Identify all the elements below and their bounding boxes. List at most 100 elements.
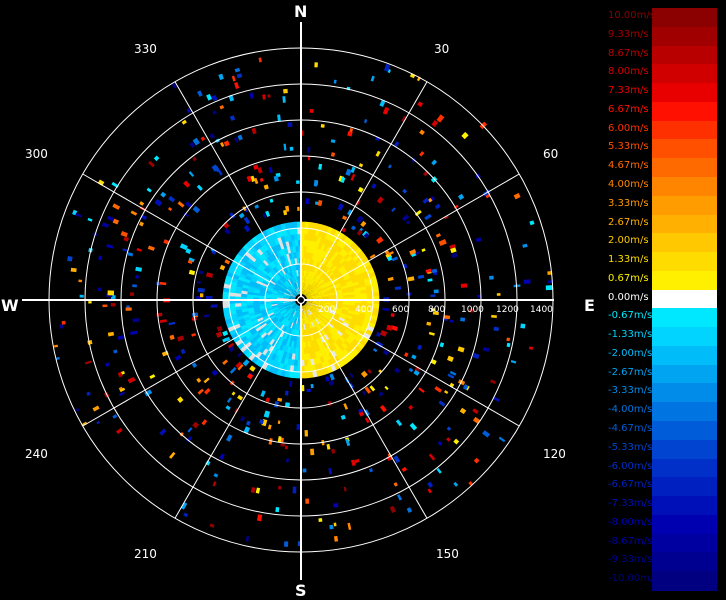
echo-cell — [376, 196, 384, 204]
echo-cell — [350, 166, 356, 174]
echo-cell — [305, 498, 310, 504]
echo-cell — [61, 320, 66, 325]
echo-cell — [375, 150, 381, 157]
echo-cell — [419, 129, 425, 136]
scale-label: -7.33m/s — [608, 498, 653, 510]
echo-cell — [436, 467, 442, 474]
echo-cell — [358, 163, 364, 168]
echo-cell — [259, 177, 264, 182]
echo-cell — [242, 359, 250, 367]
echo-cell — [107, 290, 115, 296]
echo-cell — [87, 217, 93, 222]
echo-cell — [197, 388, 204, 395]
echo-cell — [426, 321, 432, 326]
bearing-210-label: 210 — [134, 547, 157, 561]
echo-cell — [343, 403, 349, 410]
scale-label: -6.67m/s — [608, 479, 653, 491]
echo-cell — [139, 201, 145, 206]
bearing-line — [82, 173, 271, 283]
echo-cell — [289, 146, 294, 151]
echo-cell — [75, 407, 80, 412]
echo-cell — [380, 330, 388, 337]
echo-cell — [428, 453, 436, 461]
echo-cell — [378, 391, 384, 397]
echo-cell — [179, 243, 188, 251]
echo-cell — [139, 221, 144, 227]
echo-cell — [428, 331, 435, 336]
echo-cell — [210, 304, 218, 308]
echo-cell — [363, 118, 368, 124]
echo-cell — [201, 419, 208, 426]
echo-cell — [349, 372, 355, 379]
echo-cell — [75, 212, 82, 218]
echo-cell — [183, 180, 191, 188]
echo-cell — [376, 236, 384, 244]
echo-cell — [394, 367, 401, 374]
echo-cell — [267, 94, 271, 98]
scale-label: -2.67m/s — [608, 366, 653, 378]
echo-cell — [159, 281, 167, 286]
echo-cell — [320, 124, 325, 128]
echo-cell — [310, 448, 315, 456]
scale-swatch — [652, 308, 717, 328]
echo-cell — [422, 197, 429, 204]
echo-cell — [212, 481, 217, 487]
echo-cell — [255, 487, 261, 494]
echo-cell — [438, 400, 446, 407]
scale-swatch — [652, 64, 717, 84]
scale-label: -3.33m/s — [608, 385, 653, 397]
echo-cell — [475, 237, 482, 243]
echo-cell — [417, 344, 422, 351]
echo-cell — [370, 75, 375, 82]
range-1200-label: 1200 — [496, 305, 519, 315]
echo-cell — [159, 428, 167, 436]
echo-cell — [283, 541, 289, 547]
echo-cell — [239, 416, 246, 422]
bearing-150-label: 150 — [436, 547, 459, 561]
bearing-line — [318, 81, 428, 270]
scale-label: -1.33m/s — [608, 329, 653, 341]
echo-cell — [309, 108, 314, 113]
echo-cell — [326, 443, 331, 450]
echo-cell — [341, 215, 348, 221]
echo-cell — [283, 143, 287, 151]
echo-cell — [249, 365, 256, 372]
scale-swatch — [652, 45, 717, 65]
echo-cell — [238, 212, 245, 219]
echo-cell — [169, 451, 176, 459]
echo-cell — [130, 330, 138, 336]
echo-cell — [126, 305, 130, 308]
echo-cell — [122, 248, 128, 252]
echo-cell — [446, 426, 452, 431]
echo-cell — [206, 93, 213, 101]
echo-cell — [123, 236, 130, 242]
echo-cell — [411, 354, 417, 360]
echo-cell — [350, 173, 356, 181]
echo-cell — [204, 388, 211, 395]
echo-cell — [196, 184, 203, 191]
bearing-30-label: 30 — [434, 42, 450, 56]
echo-cell — [395, 419, 403, 427]
echo-cell — [251, 127, 257, 135]
scale-swatch — [652, 458, 717, 478]
echo-cell — [101, 222, 110, 228]
scale-label: 2.67m/s — [608, 216, 649, 228]
echo-cell — [329, 373, 335, 381]
echo-cell — [168, 195, 176, 203]
echo-cell — [213, 473, 219, 478]
scale-swatch — [652, 383, 717, 403]
echo-cell — [125, 307, 132, 311]
echo-cell — [406, 507, 413, 513]
echo-cell — [127, 376, 136, 384]
echo-cell — [369, 385, 376, 392]
echo-cell — [267, 424, 272, 430]
range-600-label: 600 — [392, 305, 410, 315]
echo-cell — [149, 374, 156, 380]
echo-cell — [263, 184, 269, 190]
echo-cell — [237, 352, 242, 358]
echo-cell — [187, 427, 193, 433]
scale-label: -0.67m/s — [608, 310, 653, 322]
echo-cell — [387, 276, 394, 282]
bearing-line — [174, 330, 284, 519]
echo-cell — [350, 225, 357, 231]
